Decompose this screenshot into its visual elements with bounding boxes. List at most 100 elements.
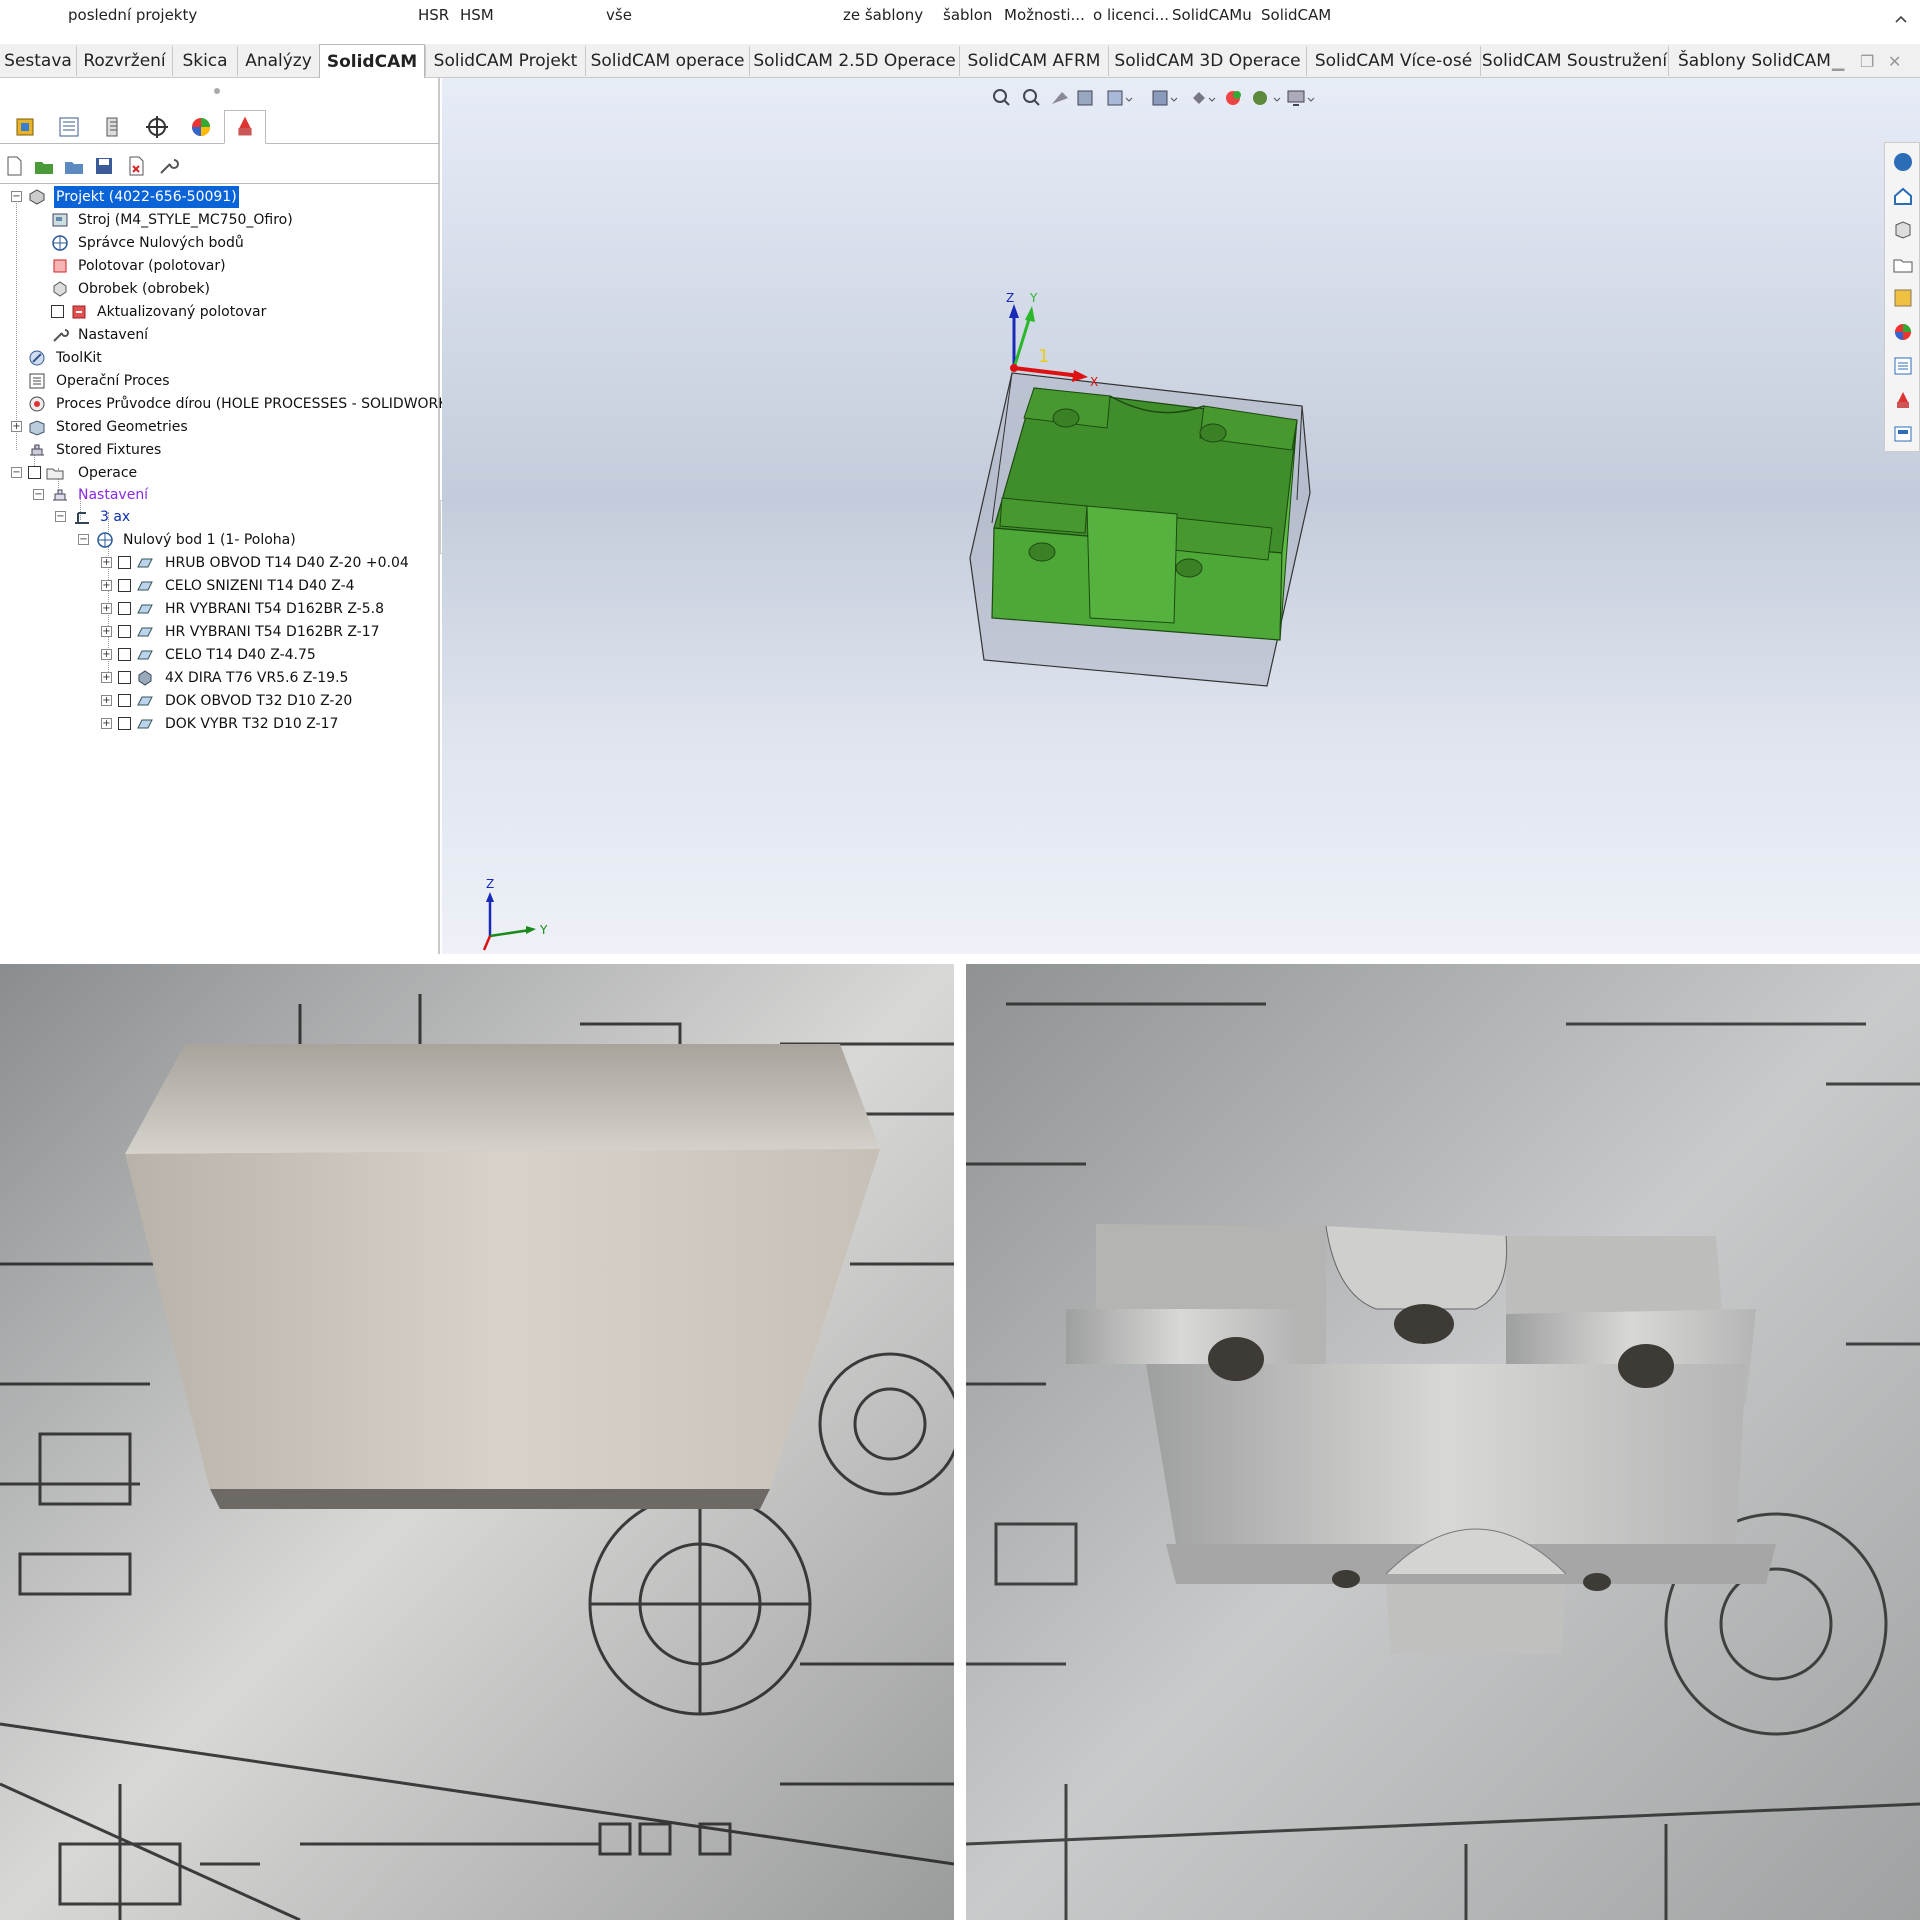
tree-item-project[interactable]: − Projekt (4022-656-50091) [0, 186, 440, 208]
tab-solidcam-vice-ose[interactable]: SolidCAM Více-osé [1306, 46, 1480, 76]
display-style-icon[interactable] [1152, 90, 1178, 106]
part-model-view[interactable]: Z Y X 1 [962, 278, 1422, 798]
settings-wrench-icon[interactable] [156, 154, 180, 178]
tree-item-setup[interactable]: − Nastavení [0, 484, 440, 506]
collapse-icon[interactable]: − [11, 191, 22, 202]
tab-solidcam-operace[interactable]: SolidCAM operace [585, 46, 749, 76]
tree-item-operations[interactable]: − Operace [0, 462, 440, 484]
tree-item-settings[interactable]: Nastavení [0, 324, 440, 346]
tab-solidcam-afrm[interactable]: SolidCAM AFRM [959, 46, 1108, 76]
restore-icon[interactable]: ❐ [1860, 52, 1874, 71]
save-icon[interactable] [92, 154, 116, 178]
tab-solidcam-3d-operace[interactable]: SolidCAM 3D Operace [1108, 46, 1306, 76]
tab-rozvrzeni[interactable]: Rozvržení [76, 46, 172, 76]
collapse-icon[interactable]: − [55, 511, 66, 522]
tree-item-axis[interactable]: − 3 ax [0, 506, 440, 528]
property-manager-icon[interactable] [48, 110, 90, 144]
graphics-viewport[interactable]: Z Y X 1 Z Y [442, 78, 1920, 954]
expand-icon[interactable]: + [101, 626, 112, 637]
collapse-icon[interactable]: − [11, 467, 22, 478]
zoom-to-fit-icon[interactable] [993, 89, 1010, 106]
tree-item-updated-stock[interactable]: Aktualizovaný polotovar [0, 301, 440, 323]
solidcam-pane-icon[interactable] [1892, 389, 1914, 411]
ribbon-label-recent-projects[interactable]: poslední projekty [68, 6, 197, 24]
tree-item-hole-process[interactable]: Proces Průvodce dírou (HOLE PROCESSES - … [0, 393, 456, 415]
collapse-ribbon-icon[interactable] [1894, 12, 1908, 26]
ribbon-label-hsr[interactable]: HSR [418, 6, 449, 24]
operation-checkbox[interactable] [118, 625, 131, 638]
tab-sestava[interactable]: Sestava [0, 46, 76, 76]
appearances-icon[interactable] [1892, 321, 1914, 343]
home-icon[interactable] [1892, 185, 1914, 207]
close-project-icon[interactable] [124, 154, 148, 178]
operation-row[interactable]: + DOK VYBR T32 D10 Z-17 [0, 713, 440, 735]
ribbon-label-from-template[interactable]: ze šablony [843, 6, 923, 24]
file-explorer-icon[interactable] [1892, 253, 1914, 275]
solidcam-tables-icon[interactable] [1892, 423, 1914, 445]
tree-item-machine[interactable]: Stroj (M4_STYLE_MC750_Ofiro) [0, 209, 440, 231]
expand-icon[interactable]: + [101, 649, 112, 660]
solidworks-resources-icon[interactable] [1892, 151, 1914, 173]
ribbon-label-options[interactable]: Možnosti... [1004, 6, 1085, 24]
tab-skica[interactable]: Skica [172, 46, 237, 76]
operation-row[interactable]: + DOK OBVOD T32 D10 Z-20 [0, 690, 440, 712]
open-project-icon[interactable] [32, 154, 56, 178]
design-library-icon[interactable] [1892, 219, 1914, 241]
tab-solidcam-soustruzeni[interactable]: SolidCAM Soustružení [1480, 46, 1668, 76]
tree-item-target[interactable]: Obrobek (obrobek) [0, 278, 440, 300]
operation-checkbox[interactable] [118, 556, 131, 569]
ribbon-label-about-solidcam[interactable]: SolidCAMu [1172, 6, 1252, 24]
operation-checkbox[interactable] [118, 602, 131, 615]
view-settings-icon[interactable] [1287, 90, 1315, 106]
collapse-icon[interactable]: − [33, 489, 44, 500]
operation-row[interactable]: + HR VYBRANI T54 D162BR Z-17 [0, 621, 440, 643]
expand-icon[interactable]: + [101, 603, 112, 614]
tree-item-zero-point[interactable]: − Nulový bod 1 (1- Poloha) [0, 529, 440, 551]
tree-item-stored-fixtures[interactable]: Stored Fixtures [0, 439, 440, 461]
operations-checkbox[interactable] [28, 466, 41, 479]
tree-item-zero-manager[interactable]: Správce Nulových bodů [0, 232, 440, 254]
tab-solidcam-projekt[interactable]: SolidCAM Projekt [425, 46, 585, 76]
hide-show-icon[interactable] [1193, 92, 1216, 104]
operation-row[interactable]: + 4X DIRA T76 VR5.6 Z-19.5 [0, 667, 440, 689]
edit-appearance-icon[interactable] [1226, 91, 1241, 105]
open-folder-icon[interactable] [62, 154, 86, 178]
ribbon-label-license[interactable]: o licenci... [1093, 6, 1169, 24]
zoom-area-icon[interactable] [1023, 89, 1040, 106]
updated-stock-checkbox[interactable] [51, 305, 64, 318]
collapse-icon[interactable]: − [78, 534, 89, 545]
operation-row[interactable]: + CELO T14 D40 Z-4.75 [0, 644, 440, 666]
view-orientation-icon[interactable] [1107, 90, 1133, 106]
expand-icon[interactable]: + [101, 557, 112, 568]
operation-checkbox[interactable] [118, 671, 131, 684]
operation-row[interactable]: + CELO SNIZENI T14 D40 Z-4 [0, 575, 440, 597]
tree-item-process[interactable]: Operační Proces [0, 370, 440, 392]
feature-tree-icon[interactable] [4, 110, 46, 144]
tab-solidcam-25d-operace[interactable]: SolidCAM 2.5D Operace [749, 46, 959, 76]
apply-scene-icon[interactable] [1253, 91, 1281, 105]
configuration-manager-icon[interactable] [92, 110, 134, 144]
solidcam-manager-icon[interactable] [224, 110, 266, 144]
ribbon-label-templates[interactable]: šablon [943, 6, 992, 24]
new-project-icon[interactable] [2, 154, 26, 178]
ribbon-label-all[interactable]: vše [606, 6, 632, 24]
tab-analyzy[interactable]: Analýzy [237, 46, 319, 76]
display-manager-icon[interactable] [180, 110, 222, 144]
operation-row[interactable]: + HR VYBRANI T54 D162BR Z-5.8 [0, 598, 440, 620]
ribbon-label-solidcam[interactable]: SolidCAM [1261, 6, 1331, 24]
previous-view-icon[interactable] [1052, 92, 1068, 104]
minimize-icon[interactable]: ▁ [1832, 52, 1844, 71]
tab-sablony-solidcam[interactable]: Šablony SolidCAM [1668, 46, 1840, 76]
expand-icon[interactable]: + [101, 718, 112, 729]
operation-checkbox[interactable] [118, 648, 131, 661]
view-palette-icon[interactable] [1892, 287, 1914, 309]
operation-row[interactable]: + HRUB OBVOD T14 D40 Z-20 +0.04 [0, 552, 440, 574]
custom-properties-icon[interactable] [1892, 355, 1914, 377]
section-view-icon[interactable] [1077, 90, 1093, 106]
expand-icon[interactable]: + [11, 421, 22, 432]
tree-item-stock[interactable]: Polotovar (polotovar) [0, 255, 440, 277]
operation-checkbox[interactable] [118, 717, 131, 730]
expand-icon[interactable]: + [101, 672, 112, 683]
tree-item-stored-geometries[interactable]: + Stored Geometries [0, 416, 440, 438]
operation-checkbox[interactable] [118, 694, 131, 707]
